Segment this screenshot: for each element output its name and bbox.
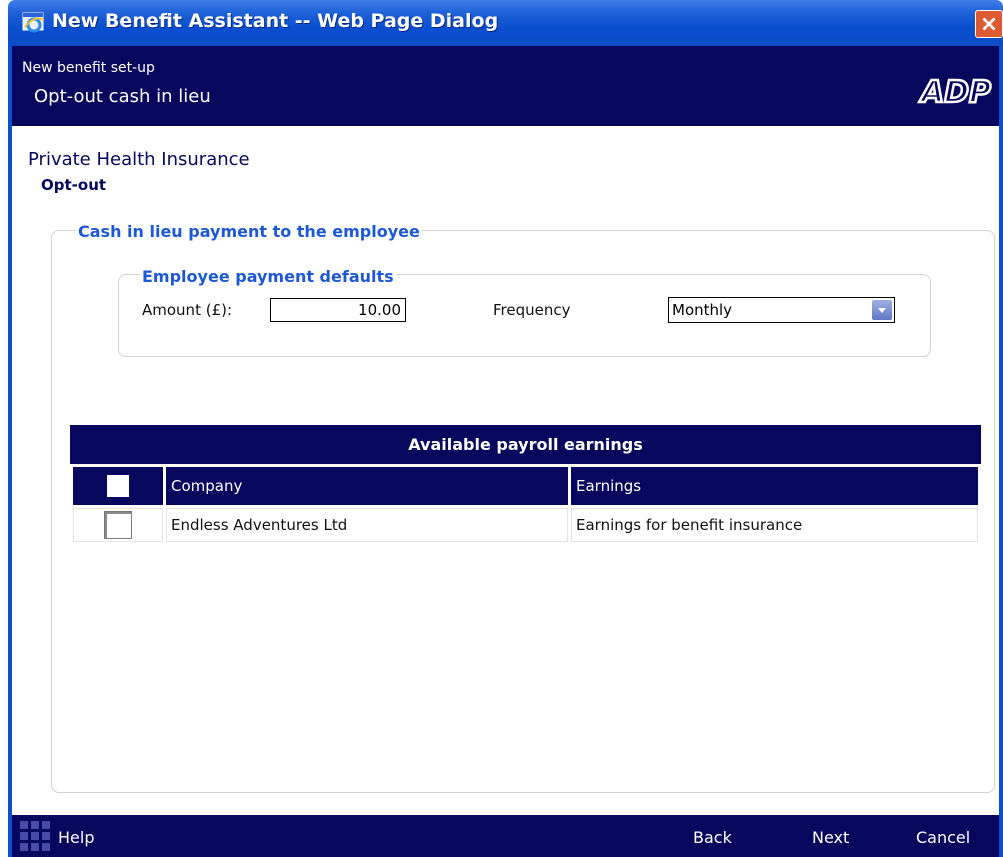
help-button[interactable]: Help (58, 828, 94, 847)
grid-menu-icon[interactable] (20, 821, 52, 853)
benefit-subtitle: Opt-out (41, 176, 107, 194)
back-button[interactable]: Back (693, 828, 732, 847)
svg-text:ADP: ADP (919, 75, 991, 108)
earnings-column-header: Earnings (571, 467, 978, 505)
next-button[interactable]: Next (812, 828, 849, 847)
table-row[interactable]: Endless Adventures Ltd Earnings for bene… (73, 508, 978, 542)
amount-label: Amount (£): (142, 301, 233, 319)
window-frame-left (8, 46, 12, 857)
row-checkbox[interactable] (104, 511, 132, 539)
select-all-header[interactable] (73, 467, 163, 505)
select-all-checkbox[interactable] (106, 474, 130, 498)
company-column-header: Company (166, 467, 568, 505)
close-icon[interactable] (975, 10, 1003, 38)
chevron-down-icon[interactable] (872, 300, 892, 320)
dialog-header: New benefit set-up Opt-out cash in lieu … (12, 46, 999, 126)
header-title: Opt-out cash in lieu (34, 86, 211, 107)
table-header-row: Company Earnings (73, 467, 978, 505)
adp-logo: ADP (918, 74, 993, 108)
earnings-table: Company Earnings Endless Adventures Ltd … (70, 464, 981, 545)
amount-input[interactable] (270, 298, 406, 322)
cancel-button[interactable]: Cancel (916, 828, 970, 847)
title-bar[interactable]: New Benefit Assistant -- Web Page Dialog (8, 0, 1003, 46)
earnings-cell: Earnings for benefit insurance (571, 508, 978, 542)
company-cell: Endless Adventures Ltd (166, 508, 568, 542)
payment-defaults-legend: Employee payment defaults (140, 267, 396, 286)
frequency-label: Frequency (493, 301, 571, 319)
frequency-select[interactable]: Monthly (668, 297, 895, 323)
dialog-window: New Benefit Assistant -- Web Page Dialog… (8, 0, 1003, 857)
dialog-footer: Help Back Next Cancel (12, 815, 999, 857)
window-title: New Benefit Assistant -- Web Page Dialog (52, 10, 499, 32)
window-frame-right (999, 46, 1003, 857)
frequency-value: Monthly (672, 301, 733, 319)
internet-explorer-icon (22, 12, 45, 33)
row-select-cell[interactable] (73, 508, 163, 542)
earnings-caption: Available payroll earnings (70, 425, 981, 465)
earnings-grid: Available payroll earnings Company Earni… (70, 425, 981, 545)
benefit-title: Private Health Insurance (28, 149, 250, 170)
header-subtitle: New benefit set-up (22, 60, 155, 76)
cash-in-lieu-legend: Cash in lieu payment to the employee (76, 222, 422, 241)
